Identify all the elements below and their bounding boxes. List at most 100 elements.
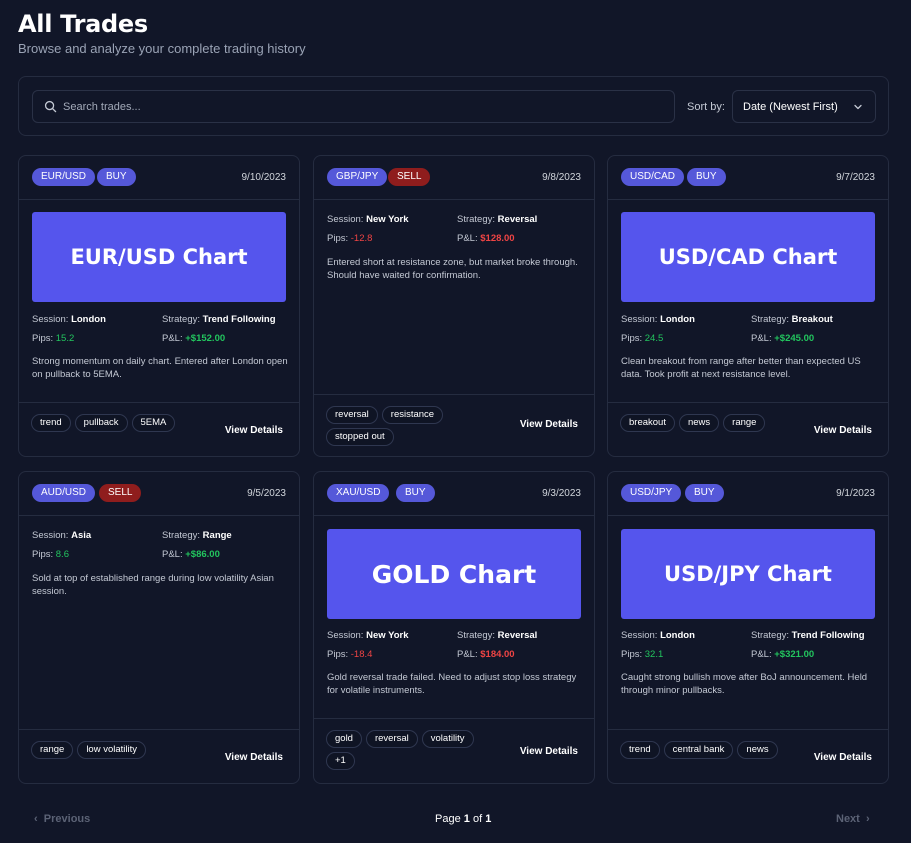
pnl-value: $128.00 (480, 233, 515, 244)
card-header: USD/CAD BUY 9/7/2023 (608, 156, 888, 200)
strategy-label: Strategy: (162, 314, 201, 325)
side-badge: BUY (97, 168, 136, 186)
trade-date: 9/3/2023 (542, 488, 581, 499)
pnl-value: $184.00 (480, 649, 515, 660)
tag[interactable]: range (723, 414, 766, 432)
trade-meta: Session: Asia Strategy: Range Pips: 8.6 … (32, 530, 288, 568)
session-label: Session: (621, 314, 658, 325)
page-indicator: Page 1 of 1 (435, 813, 491, 825)
pair-badge: EUR/USD (32, 168, 96, 186)
strategy-label: Strategy: (751, 630, 790, 641)
pair-badge: USD/JPY (621, 484, 682, 502)
trade-date: 9/5/2023 (247, 488, 286, 499)
session-value: New York (366, 214, 409, 225)
view-details-button[interactable]: View Details (225, 425, 283, 436)
tag[interactable]: pullback (74, 414, 128, 432)
pips-label: Pips: (327, 233, 349, 244)
pair-badge: USD/CAD (621, 168, 685, 186)
card-header: XAU/USD BUY 9/3/2023 (314, 472, 594, 516)
tag[interactable]: reversal (365, 730, 418, 748)
tag[interactable]: reversal (326, 406, 378, 424)
chart-placeholder: USD/JPY Chart (621, 529, 875, 619)
session-label: Session: (32, 314, 69, 325)
tag[interactable]: news (678, 414, 720, 432)
session-value: London (660, 630, 695, 641)
chevron-down-icon (854, 104, 862, 110)
card-footer: trend central bank news View Details (608, 729, 888, 784)
pnl-value: +$321.00 (774, 649, 815, 660)
session-value: Asia (71, 530, 92, 541)
strategy-label: Strategy: (751, 314, 790, 325)
tag[interactable]: trend (620, 741, 660, 759)
tag[interactable]: range (31, 741, 74, 759)
of-word: of (472, 813, 483, 825)
trade-card[interactable]: USD/CAD BUY 9/7/2023 USD/CAD Chart Sessi… (607, 155, 889, 457)
pips-label: Pips: (32, 549, 54, 560)
search-icon (44, 100, 57, 113)
side-badge: BUY (396, 484, 435, 502)
view-details-button[interactable]: View Details (814, 425, 872, 436)
trade-notes: Caught strong bullish move after BoJ ann… (621, 672, 868, 696)
view-details-button[interactable]: View Details (520, 419, 578, 430)
session-value: New York (366, 630, 409, 641)
session-label: Session: (32, 530, 69, 541)
pips-value: 24.5 (644, 333, 664, 344)
tag[interactable]: central bank (663, 741, 734, 759)
card-footer: trend pullback 5EMA View Details (19, 402, 299, 457)
next-page-button[interactable]: Next › (836, 813, 870, 825)
pnl-label: P&L: (751, 333, 772, 344)
session-label: Session: (327, 630, 364, 641)
chart-placeholder: EUR/USD Chart (32, 212, 286, 302)
tag[interactable]: news (737, 741, 778, 759)
pips-label: Pips: (621, 333, 643, 344)
tag[interactable]: volatility (421, 730, 474, 748)
trade-card[interactable]: XAU/USD BUY 9/3/2023 GOLD Chart Session:… (313, 471, 595, 784)
session-label: Session: (621, 630, 658, 641)
side-badge: BUY (687, 168, 726, 186)
pnl-value: +$86.00 (185, 549, 220, 560)
pnl-label: P&L: (457, 233, 478, 244)
trade-card[interactable]: EUR/USD BUY 9/10/2023 EUR/USD Chart Sess… (18, 155, 300, 457)
tag[interactable]: stopped out (326, 428, 394, 446)
trade-card[interactable]: AUD/USD SELL 9/5/2023 Session: Asia Stra… (18, 471, 300, 784)
strategy-value: Trend Following (202, 314, 276, 325)
trade-notes: Entered short at resistance zone, but ma… (327, 257, 578, 281)
trade-date: 9/8/2023 (542, 172, 581, 183)
view-details-button[interactable]: View Details (814, 752, 872, 763)
tag[interactable]: breakout (620, 414, 675, 432)
filter-bar: Sort by: Date (Newest First) (18, 76, 889, 136)
trade-date: 9/10/2023 (241, 172, 287, 183)
sort-select[interactable]: Date (Newest First) (732, 90, 876, 123)
tag-more[interactable]: +1 (326, 752, 355, 770)
tag[interactable]: low volatility (77, 741, 146, 759)
trade-card[interactable]: USD/JPY BUY 9/1/2023 USD/JPY Chart Sessi… (607, 471, 889, 784)
tag[interactable]: gold (326, 730, 362, 748)
previous-label: Previous (43, 813, 91, 825)
session-label: Session: (327, 214, 364, 225)
pips-value: -12.8 (350, 233, 373, 244)
trade-card[interactable]: GBP/JPY SELL 9/8/2023 Session: New York … (313, 155, 595, 457)
pips-value: 32.1 (644, 649, 664, 660)
trade-meta: Session: London Strategy: Breakout Pips:… (621, 314, 877, 352)
trade-notes: Strong momentum on daily chart. Entered … (32, 356, 288, 380)
search-input[interactable] (63, 91, 663, 122)
tag[interactable]: trend (31, 414, 71, 432)
search-box[interactable] (32, 90, 675, 123)
tag[interactable]: resistance (381, 406, 444, 424)
view-details-button[interactable]: View Details (520, 746, 578, 757)
view-details-button[interactable]: View Details (225, 752, 283, 763)
trade-meta: Session: London Strategy: Trend Followin… (621, 630, 877, 668)
tag-list: range low volatility (31, 741, 201, 759)
tag-list: trend central bank news (620, 741, 790, 759)
pips-label: Pips: (327, 649, 349, 660)
page-word: Page (435, 813, 461, 825)
pnl-value: +$152.00 (185, 333, 226, 344)
pnl-label: P&L: (751, 649, 772, 660)
sort-label: Sort by: (687, 101, 725, 113)
session-value: London (71, 314, 106, 325)
tag[interactable]: 5EMA (131, 414, 176, 432)
side-badge: SELL (99, 484, 142, 502)
next-label: Next (836, 813, 860, 825)
previous-page-button[interactable]: ‹ Previous (34, 813, 90, 825)
tag-list: gold reversal volatility +1 (326, 730, 486, 770)
